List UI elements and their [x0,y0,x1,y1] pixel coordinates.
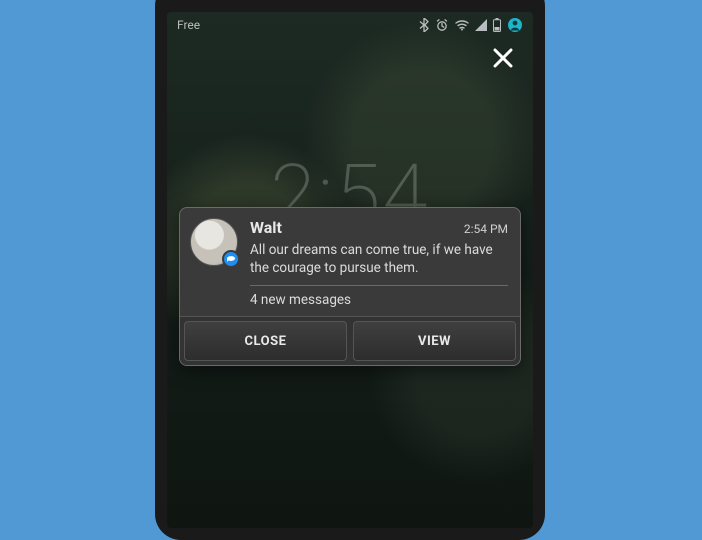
notification-summary: 4 new messages [250,292,508,308]
notification-actions: CLOSE VIEW [180,316,520,365]
notification-sender: Walt [250,218,282,237]
divider [250,285,508,286]
phone-frame: Free [155,0,545,540]
close-button[interactable]: CLOSE [184,321,347,361]
view-button[interactable]: VIEW [353,321,516,361]
carrier-label: Free [177,18,200,32]
avatar [190,218,238,266]
notification-body: Walt 2:54 PM All our dreams can come tru… [180,208,520,316]
alarm-icon [435,18,449,32]
notification-card[interactable]: Walt 2:54 PM All our dreams can come tru… [179,207,521,366]
close-icon[interactable] [491,46,515,74]
battery-icon [493,18,501,32]
phone-screen: Free [167,12,533,528]
status-icons [419,17,523,33]
signal-icon [475,19,487,31]
bluetooth-icon [419,18,429,32]
status-bar: Free [167,12,533,38]
profile-icon [507,17,523,33]
wifi-icon [455,19,469,31]
notification-message: All our dreams can come true, if we have… [250,241,508,277]
message-app-badge-icon [222,250,240,268]
notification-time: 2:54 PM [464,222,508,236]
